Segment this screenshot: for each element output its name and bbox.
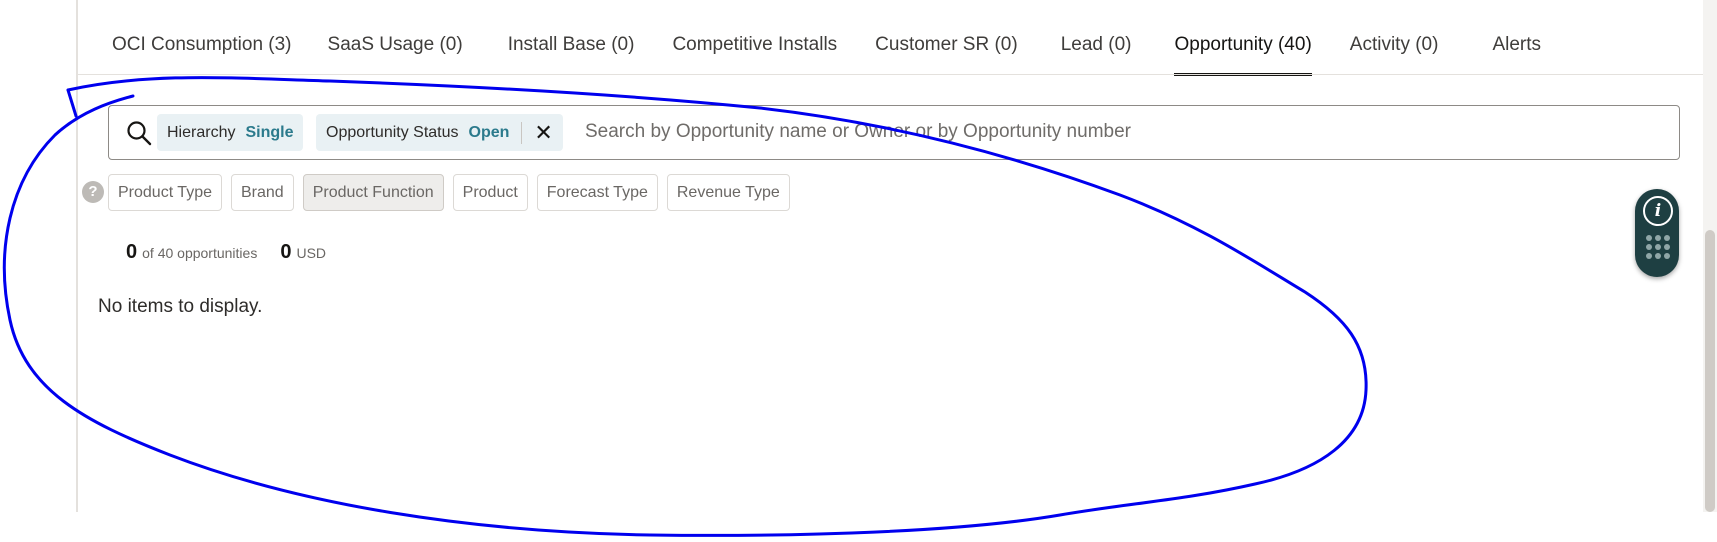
scrollbar-thumb[interactable] <box>1705 230 1715 512</box>
search-icon <box>127 121 152 146</box>
close-icon[interactable]: ✕ <box>521 120 553 145</box>
chip-value: Single <box>245 123 294 141</box>
vertical-scrollbar[interactable] <box>1703 0 1717 512</box>
tab-activity[interactable]: Activity (0) <box>1350 20 1439 74</box>
tab-install-base[interactable]: Install Base (0) <box>508 20 635 74</box>
content-left-border <box>76 0 78 512</box>
filter-chip-opportunity-status[interactable]: Opportunity Status Open ✕ <box>316 114 563 151</box>
tab-opportunity[interactable]: Opportunity (40) <box>1174 20 1313 76</box>
assistant-widget[interactable]: i <box>1635 189 1679 277</box>
chip-value: Open <box>468 123 510 141</box>
empty-state-message: No items to display. <box>98 296 263 317</box>
total-amount: 0 <box>280 241 292 263</box>
filter-product-button[interactable]: Product <box>452 174 528 211</box>
result-count-label: of 40 opportunities <box>142 245 258 261</box>
tab-competitive-installs[interactable]: Competitive Installs <box>672 20 837 74</box>
annotation-tick <box>66 88 78 118</box>
result-count: 0 <box>126 241 138 263</box>
tab-saas-usage[interactable]: SaaS Usage (0) <box>328 20 463 74</box>
help-icon[interactable]: ? <box>82 181 104 203</box>
filter-product-function-button[interactable]: Product Function <box>302 174 444 211</box>
filter-revenue-type-button[interactable]: Revenue Type <box>666 174 790 211</box>
currency-label: USD <box>296 245 327 261</box>
chip-label: Hierarchy <box>167 123 236 141</box>
filter-forecast-type-button[interactable]: Forecast Type <box>536 174 658 211</box>
tab-lead[interactable]: Lead (0) <box>1061 20 1132 74</box>
hand-drawn-circle-annotation <box>2 76 1368 537</box>
filter-brand-button[interactable]: Brand <box>230 174 294 211</box>
results-summary: 0 of 40 opportunities 0 USD <box>126 241 326 264</box>
tabs-divider <box>78 74 1703 75</box>
apps-grid-icon[interactable] <box>1646 235 1670 265</box>
tab-alerts[interactable]: Alerts <box>1492 20 1541 74</box>
info-icon[interactable]: i <box>1643 196 1673 226</box>
search-bar[interactable]: Hierarchy Single Opportunity Status Open… <box>108 105 1680 160</box>
facet-filter-row: Product Type Brand Product Function Prod… <box>108 174 790 211</box>
filter-chip-hierarchy[interactable]: Hierarchy Single <box>157 114 304 151</box>
search-input[interactable]: Search by Opportunity name or Owner or b… <box>585 121 1131 143</box>
tab-bar: OCI Consumption (3) SaaS Usage (0) Insta… <box>112 20 1541 76</box>
tab-customer-sr[interactable]: Customer SR (0) <box>875 20 1018 74</box>
tab-oci-consumption[interactable]: OCI Consumption (3) <box>112 20 292 74</box>
chip-label: Opportunity Status <box>326 123 459 141</box>
filter-product-type-button[interactable]: Product Type <box>108 174 222 211</box>
